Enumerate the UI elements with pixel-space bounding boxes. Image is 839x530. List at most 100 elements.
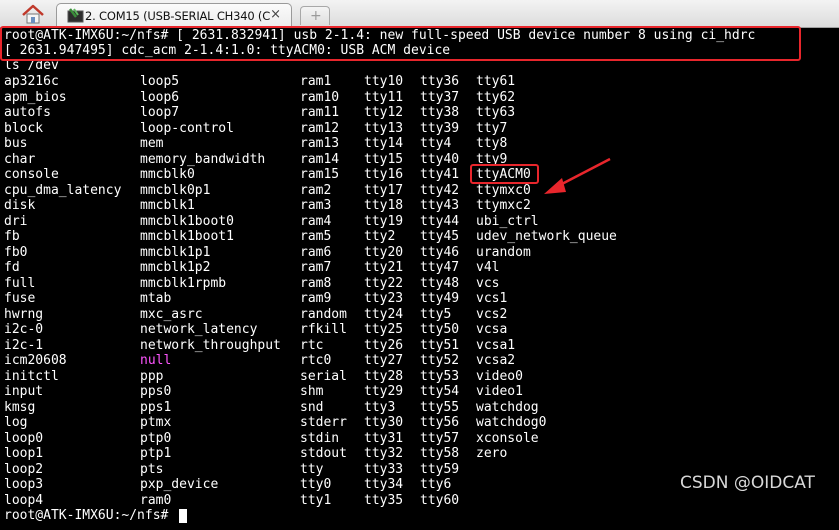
dev-entry: hwrng bbox=[4, 307, 44, 322]
dev-entry: mmcblk1boot1 bbox=[140, 229, 234, 244]
dev-entry: tty40 bbox=[420, 152, 460, 167]
dev-entry: null bbox=[140, 353, 172, 368]
dev-entry: tty29 bbox=[364, 384, 404, 399]
dev-entry: tty26 bbox=[364, 338, 404, 353]
dev-entry: tty3 bbox=[364, 400, 396, 415]
dev-entry: tty27 bbox=[364, 353, 404, 368]
dev-entry: ptp0 bbox=[140, 431, 172, 446]
dev-entry: loop1 bbox=[4, 446, 44, 461]
usb-message-highlight bbox=[0, 26, 801, 61]
plus-icon: + bbox=[310, 8, 322, 24]
dev-entry: tty61 bbox=[476, 74, 516, 89]
dev-entry: loop2 bbox=[4, 462, 44, 477]
dev-entry: stderr bbox=[300, 415, 347, 430]
dev-entry: ptp1 bbox=[140, 446, 172, 461]
dev-entry: tty18 bbox=[364, 198, 404, 213]
dev-entry: tty50 bbox=[420, 322, 460, 337]
dev-entry: tty56 bbox=[420, 415, 460, 430]
dev-entry: tty46 bbox=[420, 245, 460, 260]
dev-entry: tty48 bbox=[420, 276, 460, 291]
dev-entry: ram1 bbox=[300, 74, 332, 89]
dev-entry: tty35 bbox=[364, 493, 404, 508]
dev-entry: tty8 bbox=[476, 136, 508, 151]
dev-entry: snd bbox=[300, 400, 324, 415]
dev-entry: rtc bbox=[300, 338, 324, 353]
dev-entry: memory_bandwidth bbox=[140, 152, 266, 167]
dev-entry: bus bbox=[4, 136, 28, 151]
dev-entry: mmcblk1rpmb bbox=[140, 276, 227, 291]
dev-entry: console bbox=[4, 167, 59, 182]
dev-entry: ram11 bbox=[300, 105, 340, 120]
dev-entry: tty36 bbox=[420, 74, 460, 89]
new-tab-button[interactable]: + bbox=[300, 6, 330, 25]
dev-entry: fd bbox=[4, 260, 20, 275]
dev-entry: tty15 bbox=[364, 152, 404, 167]
dev-entry: ram15 bbox=[300, 167, 340, 182]
dev-entry: ttymxc2 bbox=[476, 198, 531, 213]
dev-entry: ram5 bbox=[300, 229, 332, 244]
dev-entry: tty51 bbox=[420, 338, 460, 353]
dev-entry: tty58 bbox=[420, 446, 460, 461]
dev-entry: ram10 bbox=[300, 90, 340, 105]
dev-entry: ram14 bbox=[300, 152, 340, 167]
dev-entry: network_throughput bbox=[140, 338, 281, 353]
terminal-tab-icon bbox=[65, 8, 85, 24]
dev-entry: char bbox=[4, 152, 36, 167]
dev-entry: mmcblk1 bbox=[140, 198, 195, 213]
dev-entry: tty49 bbox=[420, 291, 460, 306]
dev-entry: pps0 bbox=[140, 384, 172, 399]
dev-entry: disk bbox=[4, 198, 36, 213]
dev-entry: mem bbox=[140, 136, 164, 151]
dev-entry: fb0 bbox=[4, 245, 28, 260]
dev-entry: ram8 bbox=[300, 276, 332, 291]
dev-entry: tty38 bbox=[420, 105, 460, 120]
dev-entry: apm_bios bbox=[4, 90, 67, 105]
terminal-prompt: root@ATK-IMX6U:~/nfs# bbox=[4, 508, 177, 523]
dev-entry: tty63 bbox=[476, 105, 516, 120]
dev-entry: ram3 bbox=[300, 198, 332, 213]
dev-entry: watchdog bbox=[476, 400, 539, 415]
dev-entry: loop6 bbox=[140, 90, 180, 105]
dev-entry: tty37 bbox=[420, 90, 460, 105]
dev-entry: tty25 bbox=[364, 322, 404, 337]
dev-entry: loop3 bbox=[4, 477, 44, 492]
dev-entry: vcs1 bbox=[476, 291, 508, 306]
dev-entry: pps1 bbox=[140, 400, 172, 415]
dev-entry: tty45 bbox=[420, 229, 460, 244]
dev-entry: dri bbox=[4, 214, 28, 229]
terminal-output[interactable]: root@ATK-IMX6U:~/nfs# [ 2631.832941] usb… bbox=[0, 26, 839, 530]
dev-entry: network_latency bbox=[140, 322, 258, 337]
dev-entry: tty bbox=[300, 462, 324, 477]
dev-entry: vcsa2 bbox=[476, 353, 516, 368]
home-icon[interactable] bbox=[20, 4, 46, 24]
dev-entry: ap3216c bbox=[4, 74, 59, 89]
dev-entry: ttymxc0 bbox=[476, 183, 531, 198]
watermark: CSDN @OIDCAT bbox=[680, 473, 815, 493]
dev-entry: tty20 bbox=[364, 245, 404, 260]
dev-entry: stdin bbox=[300, 431, 340, 446]
dev-entry: watchdog0 bbox=[476, 415, 547, 430]
dev-entry: tty21 bbox=[364, 260, 404, 275]
dev-entry: vcsa bbox=[476, 322, 508, 337]
dev-entry: tty1 bbox=[300, 493, 332, 508]
dev-entry: tty54 bbox=[420, 384, 460, 399]
dev-entry: mmcblk1p2 bbox=[140, 260, 211, 275]
session-tab[interactable]: 2. COM15 (USB-SERIAL CH340 (C × bbox=[56, 3, 292, 27]
dev-entry: tty42 bbox=[420, 183, 460, 198]
dev-entry: tty53 bbox=[420, 369, 460, 384]
dev-entry: ppp bbox=[140, 369, 164, 384]
dev-entry: loop7 bbox=[140, 105, 180, 120]
tab-label: 2. COM15 (USB-SERIAL CH340 (C bbox=[85, 9, 271, 23]
dev-entry: shm bbox=[300, 384, 324, 399]
dev-entry: i2c-0 bbox=[4, 322, 44, 337]
dev-entry: tty55 bbox=[420, 400, 460, 415]
dev-entry: tty16 bbox=[364, 167, 404, 182]
dev-entry: rtc0 bbox=[300, 353, 332, 368]
close-icon[interactable]: × bbox=[270, 7, 281, 23]
dev-entry: pxp_device bbox=[140, 477, 219, 492]
dev-entry: tty14 bbox=[364, 136, 404, 151]
dev-entry: tty0 bbox=[300, 477, 332, 492]
dev-entry: vcs bbox=[476, 276, 500, 291]
tab-bar: 2. COM15 (USB-SERIAL CH340 (C × + bbox=[0, 0, 839, 28]
dev-entry: mxc_asrc bbox=[140, 307, 203, 322]
